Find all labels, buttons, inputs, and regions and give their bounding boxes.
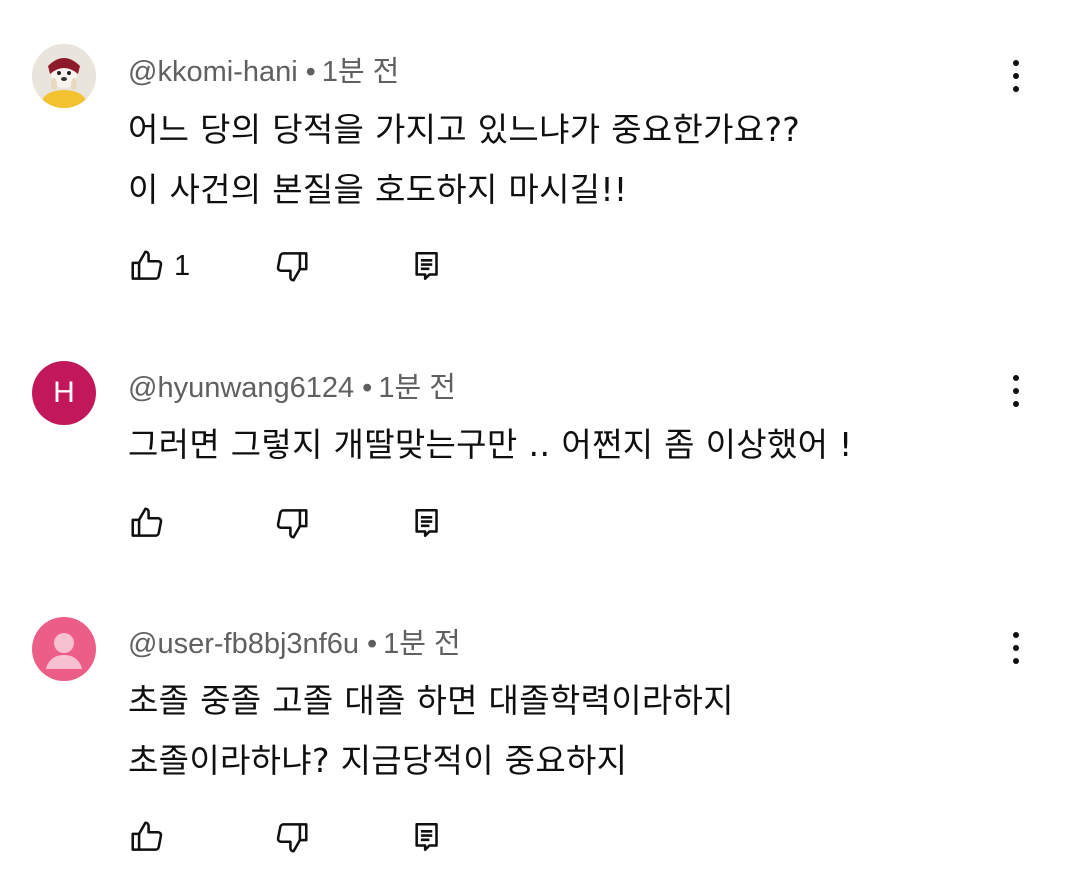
comment-time: 1분 전 [378, 372, 456, 404]
comment-meta: @hyunwang6124 • 1분 전 [128, 364, 456, 406]
avatar[interactable]: H [32, 361, 96, 425]
more-options-button[interactable] [1000, 54, 1032, 98]
more-vert-icon [1013, 632, 1019, 638]
like-button[interactable] [128, 817, 174, 857]
comment-text-line: 초졸이라하냐? 지금당적이 중요하지 [128, 741, 628, 780]
reply-button[interactable] [411, 246, 445, 286]
more-options-button[interactable] [1000, 626, 1032, 670]
like-button[interactable] [128, 503, 174, 543]
avatar[interactable] [32, 44, 96, 108]
author-name[interactable]: @kkomi-hani [128, 56, 298, 88]
dog-avatar-image [32, 44, 96, 108]
more-vert-icon [1013, 60, 1019, 66]
like-button[interactable]: 1 [128, 246, 190, 286]
author-name[interactable]: @user-fb8bj3nf6u [128, 628, 359, 660]
meta-separator: • [366, 628, 378, 660]
reply-icon [415, 251, 438, 281]
more-vert-icon [1013, 375, 1019, 381]
thumb-down-icon [276, 823, 308, 853]
reply-button[interactable] [411, 503, 445, 543]
thumb-up-icon [131, 507, 163, 537]
meta-separator: • [362, 372, 373, 404]
author-name[interactable]: @hyunwang6124 [128, 372, 354, 404]
dislike-button[interactable] [273, 246, 311, 286]
reply-icon [415, 822, 438, 852]
comment-time: 1분 전 [321, 56, 400, 88]
comment-text-line: 이 사건의 본질을 호도하지 마시길!! [128, 170, 628, 209]
avatar[interactable] [32, 617, 96, 681]
default-user-icon [46, 633, 82, 669]
thumb-up-icon [131, 250, 163, 280]
comment-text-line: 어느 당의 당적을 가지고 있느냐가 중요한가요?? [128, 110, 801, 149]
meta-separator: • [305, 56, 316, 88]
thumb-up-icon [131, 821, 163, 851]
more-options-button[interactable] [1000, 369, 1032, 413]
thumb-down-icon [276, 509, 308, 539]
comment-meta: @kkomi-hani • 1분 전 [128, 48, 399, 90]
comment-meta: @user-fb8bj3nf6u • 1분 전 [128, 620, 461, 662]
avatar-letter: H [53, 376, 75, 409]
comment-text-line: 그러면 그렇지 개딸맞는구만 ‥ 어쩐지 좀 이상했어 ! [128, 425, 853, 464]
reply-button[interactable] [411, 817, 445, 857]
comment-text-line: 초졸 중졸 고졸 대졸 하면 대졸학력이라하지 [128, 681, 734, 720]
like-count: 1 [174, 249, 191, 282]
dislike-button[interactable] [273, 817, 311, 857]
reply-icon [415, 508, 438, 538]
dislike-button[interactable] [273, 503, 311, 543]
thumb-down-icon [276, 252, 308, 282]
comment-time: 1분 전 [383, 628, 461, 660]
